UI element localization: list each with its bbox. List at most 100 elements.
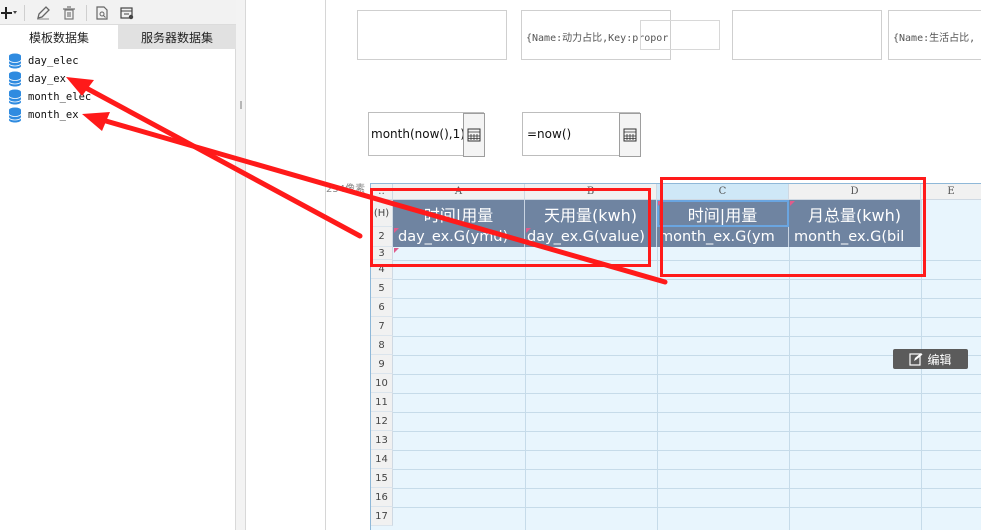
grid-line (657, 200, 658, 530)
edit-dataset-button[interactable] (34, 4, 52, 22)
date-widget-end[interactable]: =now() (522, 112, 641, 157)
dataset-item-month-ex[interactable]: month_ex (8, 106, 228, 124)
grid-line (393, 298, 981, 299)
row-header[interactable]: 9 (371, 355, 393, 374)
row-header[interactable]: 16 (371, 488, 393, 507)
row-header[interactable]: (H) (371, 200, 393, 227)
grid-line (393, 260, 981, 261)
row-header[interactable]: 11 (371, 393, 393, 412)
edit-button[interactable]: 编辑 (893, 349, 968, 369)
grid-line (393, 393, 981, 394)
column-header-a[interactable]: A (393, 184, 525, 200)
pencil-icon (37, 6, 50, 20)
dataset-settings-button[interactable] (118, 4, 136, 22)
row-header[interactable]: 3 (371, 247, 393, 260)
blank-widget-1[interactable] (357, 10, 507, 60)
dataset-panel: 模板数据集 服务器数据集 day_elec day_ex month_elec … (0, 0, 236, 530)
database-icon (8, 53, 22, 69)
grid-line (393, 469, 981, 470)
grid-line (393, 507, 981, 508)
edit-icon (909, 353, 923, 366)
preview-icon (96, 6, 108, 20)
database-icon (8, 71, 22, 87)
cell-c1[interactable]: 时间|用量 (657, 200, 789, 227)
grid-line (789, 200, 790, 530)
formula-widget-2[interactable]: {Name:生活占比, (888, 10, 981, 60)
cell-d1[interactable]: 月总量(kwh) (789, 200, 921, 227)
dataset-tabs: 模板数据集 服务器数据集 (0, 25, 236, 49)
cell-marker-icon (790, 201, 795, 206)
widget-formula-text: {Name:生活占比, (893, 33, 976, 44)
canvas-boundary (325, 0, 326, 530)
trash-icon (63, 6, 75, 20)
dataset-item-day-ex[interactable]: day_ex (8, 70, 228, 88)
size-hint-label: 254像素 (326, 184, 366, 195)
report-grid[interactable]: :: A B C D E (H) 2 3 4 5 6 7 8 9 10 11 1… (370, 183, 981, 530)
row-header[interactable]: 17 (371, 507, 393, 526)
grid-line (393, 488, 981, 489)
inner-widget-box[interactable] (640, 20, 720, 50)
dataset-label: day_ex (28, 73, 66, 85)
column-header-b[interactable]: B (525, 184, 657, 200)
row-header[interactable]: 12 (371, 412, 393, 431)
grid-line (525, 200, 526, 530)
row-header[interactable]: 2 (371, 227, 393, 247)
date-formula-text: month(now(),1) (371, 127, 465, 141)
edit-button-label: 编辑 (927, 352, 952, 367)
grid-line (393, 412, 981, 413)
blank-widget-2[interactable] (732, 10, 882, 60)
dataset-label: month_elec (28, 91, 92, 103)
row-header[interactable]: 15 (371, 469, 393, 488)
splitter-grip-icon: ‖ (239, 100, 243, 109)
row-header[interactable]: 6 (371, 298, 393, 317)
dataset-toolbar (0, 0, 236, 25)
cell-b1[interactable]: 天用量(kwh) (525, 200, 657, 227)
grid-line (393, 450, 981, 451)
delete-dataset-button[interactable] (60, 4, 78, 22)
calendar-button[interactable] (463, 113, 485, 157)
cell-c2[interactable]: month_ex.G(ym (657, 227, 789, 247)
tab-server-dataset[interactable]: 服务器数据集 (118, 25, 236, 49)
cell-marker-icon (394, 228, 399, 233)
cell-d2[interactable]: month_ex.G(bil (789, 227, 921, 247)
column-header-d[interactable]: D (789, 184, 921, 200)
dataset-label: month_ex (28, 109, 79, 121)
column-header-c[interactable]: C (657, 184, 789, 200)
database-icon (8, 107, 22, 123)
preview-dataset-button[interactable] (93, 4, 111, 22)
grid-line (393, 279, 981, 280)
cell-b2[interactable]: day_ex.G(value) (525, 227, 657, 247)
dataset-list: day_elec day_ex month_elec month_ex (8, 52, 228, 124)
table-settings-icon (120, 7, 134, 20)
cell-marker-icon (658, 201, 663, 206)
dataset-item-month-elec[interactable]: month_elec (8, 88, 228, 106)
grid-line (393, 336, 981, 337)
dataset-item-day-elec[interactable]: day_elec (8, 52, 228, 70)
cell-marker-icon (526, 228, 531, 233)
corner-cell[interactable]: :: (371, 184, 393, 200)
cell-a2[interactable]: day_ex.G(ymd) (393, 227, 525, 247)
row-header[interactable]: 14 (371, 450, 393, 469)
panel-splitter[interactable] (236, 0, 246, 530)
row-header[interactable]: 7 (371, 317, 393, 336)
calendar-icon (623, 128, 637, 142)
row-header[interactable]: 4 (371, 260, 393, 279)
grid-line (393, 431, 981, 432)
plus-icon (1, 7, 17, 19)
tab-template-dataset[interactable]: 模板数据集 (0, 25, 118, 49)
grid-line (393, 374, 981, 375)
calendar-button[interactable] (619, 113, 641, 157)
date-widget-start[interactable]: month(now(),1) (368, 112, 485, 157)
calendar-icon (467, 128, 481, 142)
row-header[interactable]: 13 (371, 431, 393, 450)
date-formula-text: =now() (527, 127, 572, 141)
row-header[interactable]: 5 (371, 279, 393, 298)
row-header[interactable]: 10 (371, 374, 393, 393)
cell-a1[interactable]: 时间|用量 (393, 200, 525, 227)
column-header-e[interactable]: E (921, 184, 981, 200)
cell-marker-icon (394, 248, 399, 253)
add-dataset-button[interactable] (0, 4, 18, 22)
database-icon (8, 89, 22, 105)
row-header[interactable]: 8 (371, 336, 393, 355)
grid-line (393, 317, 981, 318)
